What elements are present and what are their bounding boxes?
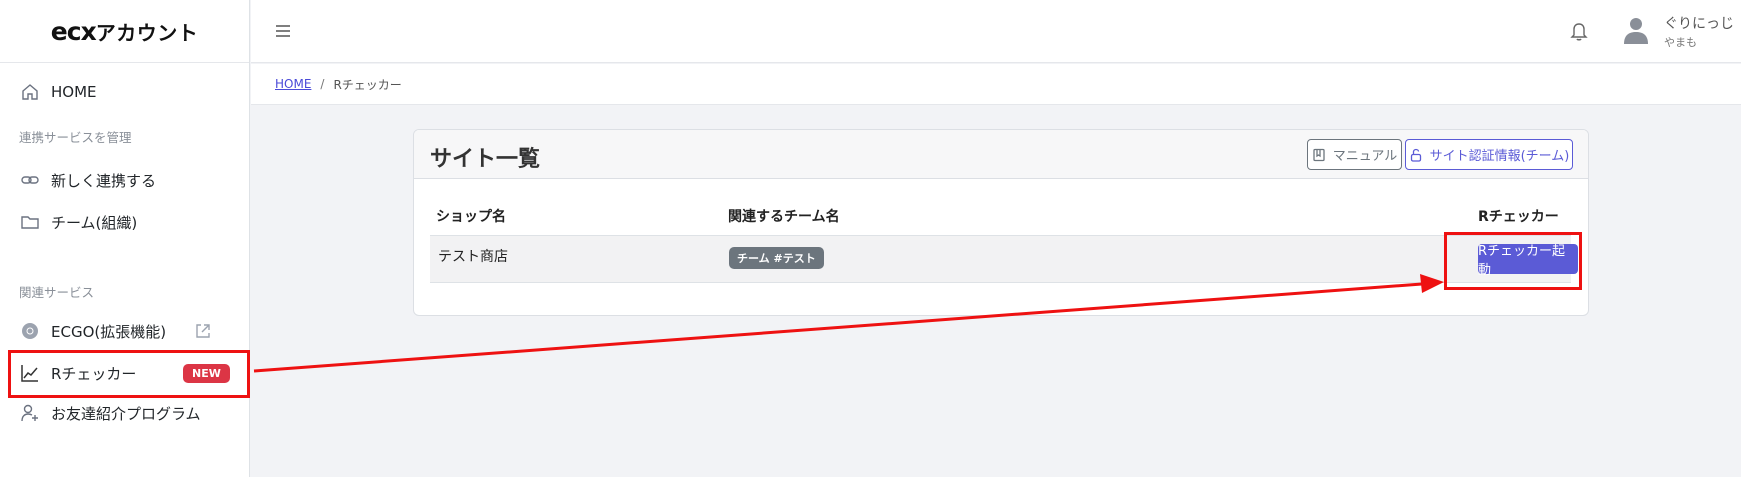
user-sub-name: やまも: [1664, 36, 1697, 49]
breadcrumb: HOME / Rチェッカー: [251, 64, 1741, 105]
chrome-icon: [19, 320, 41, 342]
logo[interactable]: ecxアカウント: [0, 0, 249, 63]
column-header-rchecker: Rチェッカー: [1478, 209, 1559, 225]
column-header-shop: ショップ名: [436, 209, 506, 225]
hamburger-menu-icon[interactable]: [274, 22, 292, 40]
sidebar-section-manage: 連携サービスを管理: [19, 130, 132, 145]
sidebar: ecxアカウント HOME 連携サービスを管理 新しく連携する チーム(組織) …: [0, 0, 250, 477]
site-list-card: サイト一覧 マニュアル サイト認証情報(チーム) ショップ名 関連するチーム名 …: [413, 129, 1589, 316]
site-auth-button-label: サイト認証情報(チーム): [1429, 149, 1570, 164]
breadcrumb-current: Rチェッカー: [333, 77, 402, 92]
table-row: テスト商店 チーム #テスト Rチェッカー起動: [430, 235, 1578, 283]
card-header: サイト一覧 マニュアル サイト認証情報(チーム): [414, 130, 1588, 179]
highlight-box-sidebar: [8, 350, 250, 398]
home-icon: [19, 81, 41, 103]
sidebar-item-label: ECGO(拡張機能): [51, 322, 167, 341]
breadcrumb-separator: /: [320, 77, 325, 91]
bell-icon[interactable]: [1569, 20, 1589, 42]
sidebar-item-new-integration[interactable]: 新しく連携する: [0, 160, 250, 200]
sidebar-item-label: 新しく連携する: [51, 171, 157, 190]
sidebar-item-label: チーム(組織): [51, 213, 138, 232]
page-title: サイト一覧: [430, 147, 541, 172]
team-badge: チーム #テスト: [729, 247, 824, 269]
book-icon: [1313, 148, 1325, 161]
sidebar-section-related: 関連サービス: [19, 285, 95, 300]
avatar[interactable]: [1623, 16, 1649, 44]
shop-name-cell: テスト商店: [438, 249, 508, 265]
sidebar-item-label: HOME: [51, 83, 97, 101]
highlight-box-launch: [1444, 232, 1582, 290]
sidebar-item-referral[interactable]: お友達紹介プログラム: [0, 393, 250, 433]
folder-icon: [19, 211, 41, 233]
top-header: ぐりにっじ やまも: [251, 0, 1741, 63]
breadcrumb-home-link[interactable]: HOME: [275, 77, 311, 91]
column-header-team: 関連するチーム名: [728, 209, 840, 225]
sidebar-item-ecgo[interactable]: ECGO(拡張機能): [0, 311, 250, 351]
unlock-icon: [1410, 148, 1421, 162]
manual-button[interactable]: マニュアル: [1307, 139, 1402, 170]
link-icon: [19, 169, 41, 191]
sidebar-item-home[interactable]: HOME: [0, 72, 250, 112]
logo-brand: ecx: [50, 16, 97, 46]
user-plus-icon: [19, 402, 41, 424]
logo-suffix: アカウント: [95, 20, 199, 45]
sidebar-item-label: お友達紹介プログラム: [51, 404, 201, 423]
external-link-icon: [196, 324, 210, 338]
sidebar-item-team[interactable]: チーム(組織): [0, 202, 250, 242]
user-name[interactable]: ぐりにっじ: [1664, 13, 1734, 33]
manual-button-label: マニュアル: [1332, 149, 1398, 164]
site-auth-button[interactable]: サイト認証情報(チーム): [1405, 139, 1573, 170]
